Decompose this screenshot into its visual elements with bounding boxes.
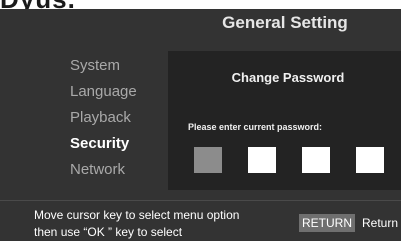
password-prompt: Please enter current password: bbox=[188, 122, 323, 132]
change-password-panel: Change Password Please enter current pas… bbox=[168, 51, 401, 190]
password-digit-box-3[interactable] bbox=[302, 147, 330, 173]
return-button[interactable]: RETURN bbox=[299, 214, 355, 232]
help-text-line-1: Move cursor key to select menu option bbox=[34, 208, 240, 222]
password-digit-box-2[interactable] bbox=[248, 147, 276, 173]
menu-item-playback[interactable]: Playback bbox=[70, 105, 137, 131]
help-text: Move cursor key to select menu option th… bbox=[34, 207, 239, 241]
help-text-line-2: then use “OK ” key to select bbox=[34, 225, 183, 239]
menu-item-network[interactable]: Network bbox=[70, 157, 137, 183]
menu-item-language[interactable]: Language bbox=[70, 79, 137, 105]
settings-screen: General Setting System Language Playback… bbox=[0, 9, 401, 241]
password-digit-box-1[interactable] bbox=[194, 147, 222, 173]
page-title: General Setting bbox=[222, 13, 348, 32]
password-digit-box-4[interactable] bbox=[356, 147, 384, 173]
return-label: Return bbox=[362, 216, 399, 230]
settings-menu: System Language Playback Security Networ… bbox=[70, 53, 137, 183]
panel-title: Change Password bbox=[231, 70, 345, 85]
footer-divider bbox=[0, 200, 401, 201]
menu-item-system[interactable]: System bbox=[70, 53, 137, 79]
menu-item-security[interactable]: Security bbox=[70, 131, 137, 157]
